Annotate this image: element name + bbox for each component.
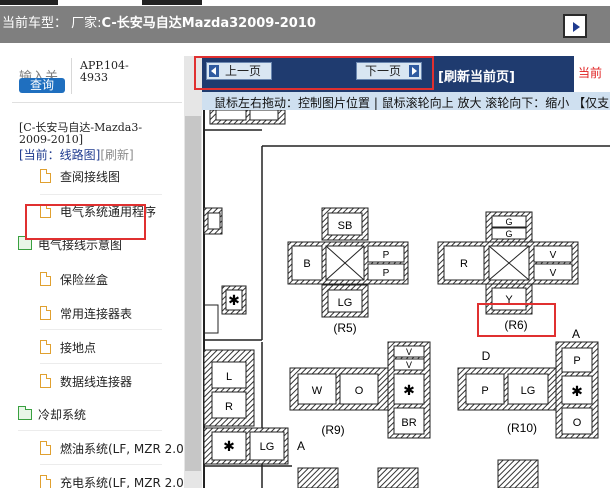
pin-label: G xyxy=(505,229,512,239)
diagram-svg: ✱ SB B P P LG (R5) G G R V V Y (R6) L R … xyxy=(203,110,610,488)
pin-label: V xyxy=(406,347,412,357)
sidebar-item-label: 常用连接器表 xyxy=(60,307,133,321)
sidebar-item-label: 保险丝盒 xyxy=(60,273,109,287)
pin-label: O xyxy=(573,417,582,429)
sidebar-divider xyxy=(71,58,72,94)
file-icon xyxy=(40,306,51,320)
scrollbar-thumb[interactable] xyxy=(185,116,201,471)
connector-caption: (R9) xyxy=(321,423,344,437)
current-location: [当前：线路图] xyxy=(19,148,101,162)
sidebar-item-label: 数据线连接器 xyxy=(60,375,133,389)
pin-label: SB xyxy=(338,220,353,232)
sidebar-item-label: 冷却系统 xyxy=(38,408,87,422)
pin-label: P xyxy=(383,250,390,261)
connector-label-d: D xyxy=(482,349,491,363)
connector-r5: SB B P P LG (R5) xyxy=(287,207,409,335)
app-version: APP.104-4933 xyxy=(80,59,129,84)
star-label: ✱ xyxy=(403,382,415,398)
pin-label: O xyxy=(355,385,364,397)
hint-bar: 鼠标左右拖动：控制图片位置 | 鼠标滚轮向上 放大 滚轮向下：缩小 【仅支 xyxy=(202,92,610,110)
sidebar-divider xyxy=(12,102,182,103)
pin-label: R xyxy=(460,258,468,270)
header-spacer xyxy=(0,43,610,56)
folder-icon xyxy=(18,236,32,250)
connector-caption: (R5) xyxy=(333,321,356,335)
current-indicator-text: 当前 xyxy=(578,66,603,80)
file-icon xyxy=(40,475,51,488)
connector-caption: (R10) xyxy=(507,421,537,435)
pin-label: LG xyxy=(521,385,536,397)
folder-icon xyxy=(18,406,32,420)
pin-label: R xyxy=(225,401,233,413)
item-divider xyxy=(40,464,162,465)
r6-highlight xyxy=(477,303,556,337)
pin-label: V xyxy=(550,268,557,279)
connector-a: A P ✱ O xyxy=(555,327,599,439)
fuse-box-highlight xyxy=(25,204,146,240)
pin-label: L xyxy=(226,371,232,383)
wiring-diagram-image[interactable]: ✱ SB B P P LG (R5) G G R V V Y (R6) L R … xyxy=(202,110,610,488)
top-tab-dark xyxy=(0,0,58,5)
pin-label: V xyxy=(406,360,412,370)
star-label: ✱ xyxy=(228,292,240,308)
pin-label: P xyxy=(383,268,390,279)
file-icon xyxy=(40,441,51,455)
current-path: [当前：线路图][刷新] xyxy=(19,146,134,163)
connector-pin xyxy=(207,212,221,230)
header-bar: 当前车型： 厂家:C-长安马自达Mazda32009-2010 xyxy=(0,6,610,43)
connector-label-a: A xyxy=(297,439,305,453)
item-divider xyxy=(40,363,162,364)
file-icon xyxy=(40,340,51,354)
nav-buttons-highlight xyxy=(194,56,434,90)
sidebar-item-label: 接地点 xyxy=(60,341,97,355)
connector-housing xyxy=(297,467,339,488)
item-divider xyxy=(18,430,162,431)
star-label: ✱ xyxy=(223,438,235,454)
refresh-page-button[interactable]: [刷新当前页] xyxy=(438,66,515,85)
item-divider xyxy=(40,194,162,195)
sidebar: 输入关 查询 APP.104-4933 [C-长安马自达-Mazda3-2009… xyxy=(0,56,184,488)
star-label: ✱ xyxy=(571,383,583,399)
pin-label: LG xyxy=(338,297,353,309)
pin-label: P xyxy=(573,355,580,367)
item-divider xyxy=(40,329,162,330)
pin-label: P xyxy=(481,385,488,397)
connector-label-a: A xyxy=(572,327,580,341)
sidebar-item-label: 燃油系统(LF, MZR 2.0 xyxy=(60,442,184,456)
file-icon xyxy=(40,374,51,388)
pin-label: B xyxy=(303,258,310,270)
connector-r10: D P LG (R10) xyxy=(457,349,557,435)
current-vehicle-title: 当前车型： 厂家:C-长安马自达Mazda32009-2010 xyxy=(2,16,316,31)
query-button[interactable]: 查询 xyxy=(19,78,65,93)
connector-pin xyxy=(249,110,279,121)
connector-fragment xyxy=(203,304,219,334)
pin-label: G xyxy=(505,217,512,227)
sidebar-item-label: 查阅接线图 xyxy=(60,170,121,184)
collapse-panel-button[interactable] xyxy=(563,14,587,38)
pin-label: BR xyxy=(401,417,416,429)
connector-housing xyxy=(497,459,539,488)
file-icon xyxy=(40,272,51,286)
top-tab-dark xyxy=(142,0,202,5)
connector-pin xyxy=(215,110,247,121)
refresh-link[interactable]: [刷新] xyxy=(100,148,133,162)
connector-housing xyxy=(377,467,419,488)
sidebar-item-label: 充电系统(LF, MZR 2.0 xyxy=(60,476,184,488)
pin-label: LG xyxy=(260,441,275,453)
hint-text: 鼠标左右拖动：控制图片位置 | 鼠标滚轮向上 放大 滚轮向下：缩小 【仅支 xyxy=(214,96,610,110)
file-icon xyxy=(40,169,51,183)
pin-label: W xyxy=(312,385,323,397)
vehicle-name: [C-长安马自达-Mazda3-2009-2010] xyxy=(19,121,143,146)
pin-label: V xyxy=(550,250,557,261)
sidebar-scrollbar[interactable] xyxy=(184,56,202,488)
